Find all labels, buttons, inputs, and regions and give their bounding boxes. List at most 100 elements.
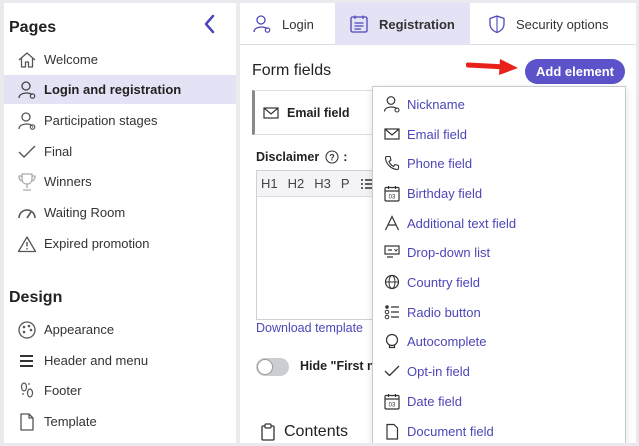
collapse-sidebar-button[interactable] <box>201 13 219 35</box>
radio-list-icon <box>373 304 407 320</box>
dropdown-item-email-field[interactable]: Email field <box>373 119 625 149</box>
sidebar-item-participation-stages[interactable]: Participation stages <box>4 106 236 135</box>
bulb-icon <box>373 333 407 350</box>
editor-toolbar: H1 H2 H3 P <box>257 171 385 197</box>
shield-icon <box>488 14 506 34</box>
globe-icon <box>373 274 407 290</box>
tab-security-options[interactable]: Security options <box>488 3 628 45</box>
h2-button[interactable]: H2 <box>288 176 305 191</box>
tab-label: Login <box>282 16 314 32</box>
dropdown-item-label: Radio button <box>407 304 481 320</box>
dropdown-item-document-field[interactable]: Document field <box>373 416 625 443</box>
form-fields-title: Form fields <box>252 62 332 79</box>
sidebar-item-label: Final <box>44 144 73 159</box>
toggle-knob <box>257 359 273 375</box>
checkmark-icon <box>373 364 407 378</box>
phone-icon <box>373 155 407 171</box>
sidebar-item-login-and-registration[interactable]: Login and registration <box>4 75 236 104</box>
dropdown-item-country-field[interactable]: Country field <box>373 267 625 297</box>
design-heading: Design <box>9 289 63 306</box>
hamburger-icon <box>4 354 44 368</box>
dropdown-item-label: Birthday field <box>407 185 483 201</box>
sidebar-item-label: Waiting Room <box>44 205 126 220</box>
dropdown-item-phone-field[interactable]: Phone field <box>373 148 625 178</box>
dropdown-item-label: Additional text field <box>407 215 517 231</box>
email-field-label: Email field <box>287 105 350 120</box>
sidebar-item-label: Winners <box>44 174 92 189</box>
user-key-icon <box>4 80 44 100</box>
warning-icon <box>4 235 44 253</box>
checkmark-icon <box>4 144 44 160</box>
tab-login[interactable]: Login <box>252 3 334 45</box>
h3-button[interactable]: H3 <box>314 176 331 191</box>
document-icon <box>373 423 407 440</box>
add-element-button[interactable]: Add element <box>525 59 625 84</box>
tab-label: Security options <box>516 16 609 32</box>
contents-title: Contents <box>284 423 349 440</box>
sidebar-item-final[interactable]: Final <box>4 137 236 166</box>
dropdown-item-radio-button[interactable]: Radio button <box>373 297 625 327</box>
hide-first-name-toggle[interactable] <box>256 358 289 376</box>
user-key-icon <box>252 14 272 34</box>
dropdown-item-label: Opt-in field <box>407 363 470 379</box>
sidebar-item-appearance[interactable]: Appearance <box>4 315 236 344</box>
paragraph-button[interactable]: P <box>341 176 350 191</box>
sidebar-item-label: Welcome <box>44 52 98 67</box>
add-element-dropdown: Nickname Email field Phone field 03 Birt… <box>372 86 626 443</box>
sidebar-item-welcome[interactable]: Welcome <box>4 45 236 74</box>
svg-text:?: ? <box>329 152 335 162</box>
tab-label: Registration <box>379 16 455 32</box>
dropdown-item-opt-in-field[interactable]: Opt-in field <box>373 356 625 386</box>
dropdown-item-nickname[interactable]: Nickname <box>373 89 625 119</box>
speedometer-icon <box>4 205 44 221</box>
dropdown-item-label: Date field <box>407 393 462 409</box>
dropdown-item-additional-text-field[interactable]: Additional text field <box>373 208 625 238</box>
sidebar-item-header-and-menu[interactable]: Header and menu <box>4 346 236 375</box>
envelope-icon <box>373 128 407 140</box>
sidebar: Pages Welcome Login and registration Par… <box>4 3 236 443</box>
trophy-icon <box>4 172 44 192</box>
dropdown-item-date-field[interactable]: 03 Date field <box>373 386 625 416</box>
download-template-link[interactable]: Download template <box>256 321 363 335</box>
sidebar-item-expired-promotion[interactable]: Expired promotion <box>4 229 236 258</box>
dropdown-item-label: Document field <box>407 423 494 439</box>
tab-registration[interactable]: Registration <box>335 3 470 45</box>
red-arrow-icon <box>466 59 518 75</box>
hide-first-name-label: Hide "First n <box>300 359 375 373</box>
sidebar-item-winners[interactable]: Winners <box>4 167 236 196</box>
sidebar-item-waiting-room[interactable]: Waiting Room <box>4 198 236 227</box>
sidebar-item-label: Expired promotion <box>44 236 150 251</box>
sidebar-item-template[interactable]: Template <box>4 407 236 436</box>
dropdown-item-label: Drop-down list <box>407 244 491 260</box>
sidebar-item-label: Footer <box>44 383 82 398</box>
dropdown-list-icon <box>373 245 407 259</box>
sidebar-item-footer[interactable]: Footer <box>4 376 236 405</box>
email-field-card[interactable]: Email field <box>252 90 382 135</box>
sidebar-item-label: Participation stages <box>44 113 158 128</box>
dropdown-item-label: Nickname <box>407 96 465 112</box>
calendar-icon: 03 <box>373 393 407 410</box>
calendar-icon: 03 <box>373 185 407 202</box>
help-icon[interactable]: ? <box>325 150 339 164</box>
disclaimer-text: Disclaimer <box>256 150 320 164</box>
dropdown-item-label: Autocomplete <box>407 333 487 349</box>
app-frame: Pages Welcome Login and registration Par… <box>4 3 636 443</box>
palette-icon <box>4 320 44 340</box>
dropdown-item-label: Country field <box>407 274 480 290</box>
chevron-left-icon <box>204 14 215 34</box>
tab-bar: Login Registration Security options <box>240 3 636 45</box>
user-icon <box>373 95 407 113</box>
disclaimer-colon: : <box>343 150 348 164</box>
h1-button[interactable]: H1 <box>261 176 278 191</box>
envelope-icon <box>263 106 279 119</box>
sidebar-item-label: Appearance <box>44 322 115 337</box>
sidebar-item-label: Login and registration <box>44 82 182 97</box>
footprints-icon <box>4 381 44 401</box>
dropdown-item-drop-down-list[interactable]: Drop-down list <box>373 237 625 267</box>
dropdown-item-birthday-field[interactable]: 03 Birthday field <box>373 178 625 208</box>
dropdown-item-autocomplete[interactable]: Autocomplete <box>373 326 625 356</box>
pages-heading: Pages <box>9 19 57 36</box>
disclaimer-label: Disclaimer ? : <box>256 150 347 164</box>
dropdown-item-label: Phone field <box>407 155 473 171</box>
disclaimer-editor[interactable]: H1 H2 H3 P <box>256 170 386 320</box>
